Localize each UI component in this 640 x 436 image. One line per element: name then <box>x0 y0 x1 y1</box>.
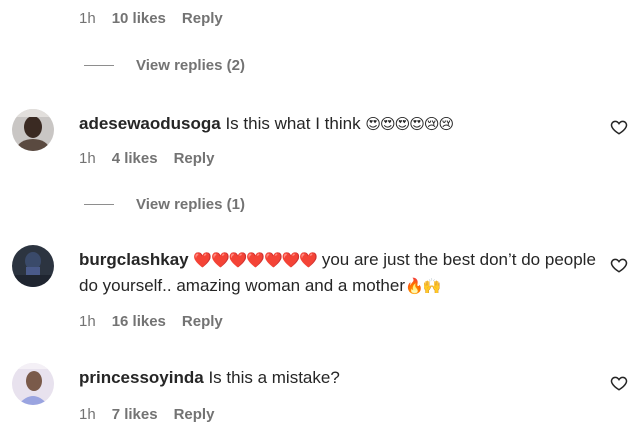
comment-text: Is this what I think <box>225 114 361 133</box>
view-replies-button[interactable]: View replies (2) <box>84 57 245 74</box>
heart-outline-icon[interactable] <box>610 374 628 392</box>
heart-outline-icon[interactable] <box>610 118 628 136</box>
username[interactable]: princessoyinda <box>79 368 204 387</box>
comment-meta-row: 1h 16 likes Reply <box>79 313 223 330</box>
heart-outline-icon[interactable] <box>610 256 628 274</box>
comment-meta-row: 1h 4 likes Reply <box>79 150 214 167</box>
reply-button[interactable]: Reply <box>182 10 223 27</box>
comment-body: adesewaodusoga Is this what I think 😍😍😍😍… <box>79 111 599 137</box>
view-replies-label: View replies (2) <box>136 57 245 74</box>
comment-emojis: 😍😍😍😍😢😢 <box>365 116 454 133</box>
likes-count[interactable]: 10 likes <box>112 10 166 27</box>
comment-body: burgclashkay ❤️❤️❤️❤️❤️❤️❤️ you are just… <box>79 247 599 299</box>
avatar[interactable] <box>12 363 54 405</box>
comments-panel: 1h 10 likes Reply View replies (2) adese… <box>0 0 640 436</box>
comment-body: princessoyinda Is this a mistake? <box>79 365 599 390</box>
username[interactable]: burgclashkay <box>79 250 189 269</box>
comment-meta-row: 1h 7 likes Reply <box>79 406 214 423</box>
comment-emojis: 🔥🙌 <box>405 278 441 295</box>
likes-count[interactable]: 4 likes <box>112 150 158 167</box>
comment-time: 1h <box>79 313 96 330</box>
likes-count[interactable]: 7 likes <box>112 406 158 423</box>
reply-button[interactable]: Reply <box>182 313 223 330</box>
likes-count[interactable]: 16 likes <box>112 313 166 330</box>
reply-line-icon <box>84 65 114 66</box>
comment-time: 1h <box>79 406 96 423</box>
reply-button[interactable]: Reply <box>174 150 215 167</box>
reply-button[interactable]: Reply <box>174 406 215 423</box>
comment-meta-row: 1h 10 likes Reply <box>79 10 223 27</box>
comment-hearts: ❤️❤️❤️❤️❤️❤️❤️ <box>193 252 318 269</box>
avatar[interactable] <box>12 245 54 287</box>
reply-line-icon <box>84 204 114 205</box>
avatar[interactable] <box>12 109 54 151</box>
comment-text: Is this a mistake? <box>208 368 340 387</box>
comment-time: 1h <box>79 150 96 167</box>
view-replies-button[interactable]: View replies (1) <box>84 196 245 213</box>
view-replies-label: View replies (1) <box>136 196 245 213</box>
comment-time: 1h <box>79 10 96 27</box>
username[interactable]: adesewaodusoga <box>79 114 221 133</box>
